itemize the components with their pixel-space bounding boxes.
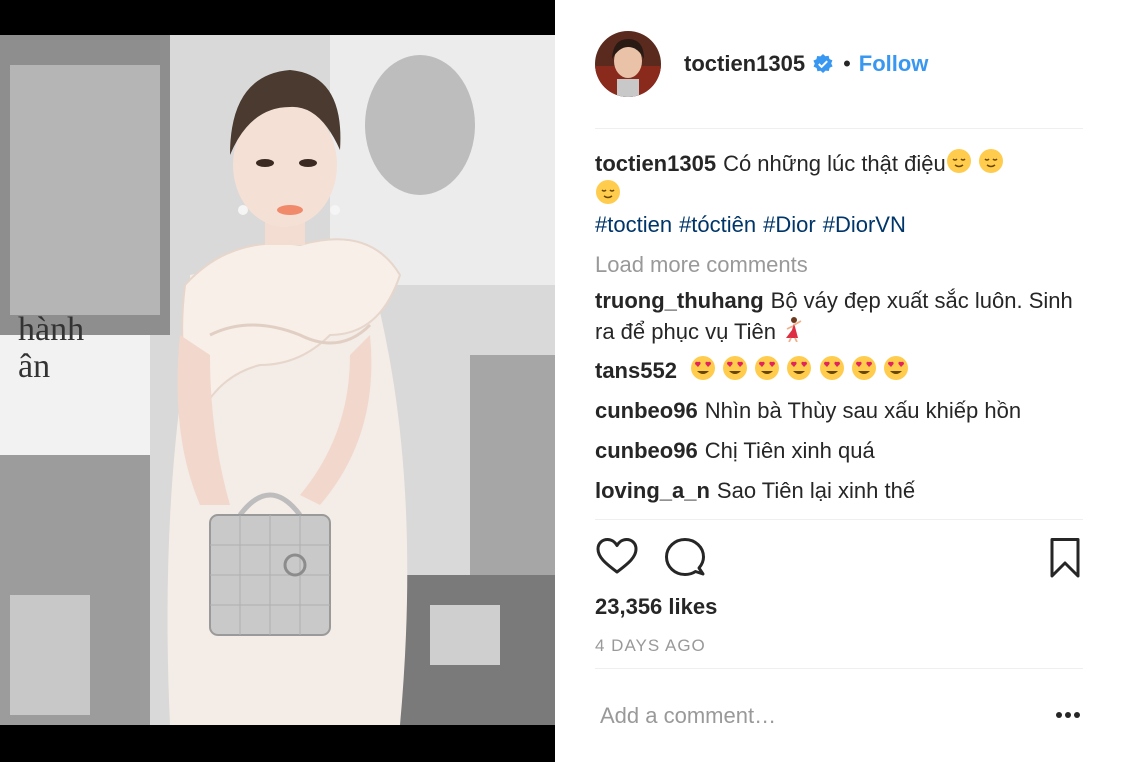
speech-bubble-icon[interactable] (663, 536, 707, 580)
footer-divider (595, 668, 1083, 669)
post-username[interactable]: toctien1305 (684, 51, 805, 77)
header-separator: • (843, 51, 851, 76)
comment-item: loving_a_n Sao Tiên lại xinh thế (595, 476, 1083, 506)
svg-text:ân: ân (18, 348, 50, 385)
verified-badge-icon (813, 54, 833, 73)
post-actions (595, 536, 1083, 580)
comments-list: toctien1305 Có những lúc thật điệu #tocti… (595, 148, 1083, 506)
comment-item: cunbeo96 Chị Tiên xinh quá (595, 436, 1083, 466)
comment-text: Chị Tiên xinh quá (704, 438, 875, 463)
add-comment-input[interactable] (598, 702, 1002, 730)
caption-text: Có những lúc thật điệu (723, 151, 946, 176)
comment-username[interactable]: cunbeo96 (595, 438, 698, 463)
heart-eyes-emoji (819, 356, 844, 380)
likes-count[interactable]: 23,356 likes (595, 594, 717, 620)
hashtag-link[interactable]: #tóctiên (679, 212, 756, 237)
header-divider (595, 128, 1083, 129)
post-photo[interactable]: hành ân (0, 35, 555, 725)
heart-eyes-emoji (691, 356, 716, 380)
comment-username[interactable]: tans552 (595, 358, 677, 383)
comment-item: cunbeo96 Nhìn bà Thùy sau xấu khiếp hồn (595, 396, 1083, 426)
hashtag-link[interactable]: #toctien (595, 212, 672, 237)
load-more-comments-button[interactable]: Load more comments (595, 250, 1083, 280)
heart-eyes-emoji (755, 356, 780, 380)
post-sidebar: toctien1305 • Follow toctien1305 Có những… (555, 0, 1122, 762)
comment-text: Sao Tiên lại xinh thế (716, 478, 916, 503)
comments-divider (595, 519, 1083, 520)
hashtag-link[interactable]: #DiorVN (823, 212, 906, 237)
comment-item: tans552 (595, 355, 1083, 386)
caption-hashtags: #toctien #tóctiên #Dior #DiorVN (595, 210, 1083, 240)
heart-eyes-emoji (723, 356, 748, 380)
comment-username[interactable]: cunbeo96 (595, 398, 698, 423)
heart-eyes-emoji (787, 356, 812, 380)
caption-username[interactable]: toctien1305 (595, 151, 716, 176)
bookmark-icon[interactable] (1043, 536, 1087, 580)
heart-icon[interactable] (595, 536, 639, 580)
comment-username[interactable]: truong_thuhang (595, 288, 764, 313)
heart-eyes-emoji (883, 356, 908, 380)
post-header: toctien1305 • Follow (595, 30, 1083, 98)
svg-text:hành: hành (18, 311, 84, 348)
avatar-image (595, 31, 661, 97)
heart-eyes-emoji (851, 356, 876, 380)
post-timestamp[interactable]: 4 DAYS AGO (595, 636, 706, 656)
relieved-face-emoji (596, 180, 620, 204)
hashtag-link[interactable]: #Dior (763, 212, 816, 237)
relieved-face-emoji (946, 149, 971, 173)
caption: toctien1305 Có những lúc thật điệu (595, 148, 1083, 210)
dancer-emoji (786, 317, 802, 342)
post-photo-illustration: hành ân (0, 35, 555, 725)
heart-eyes-emoji-row (690, 356, 909, 383)
comment-item: truong_thuhang Bộ váy đẹp xuất sắc luôn. … (595, 286, 1083, 347)
follow-button[interactable]: Follow (859, 51, 929, 77)
comment-username[interactable]: loving_a_n (595, 478, 710, 503)
ellipsis-icon[interactable] (1055, 710, 1081, 720)
media-pane: hành ân (0, 0, 555, 762)
avatar[interactable] (595, 31, 661, 97)
relieved-face-emoji (978, 149, 1003, 173)
comment-text: Nhìn bà Thùy sau xấu khiếp hồn (704, 398, 1022, 423)
